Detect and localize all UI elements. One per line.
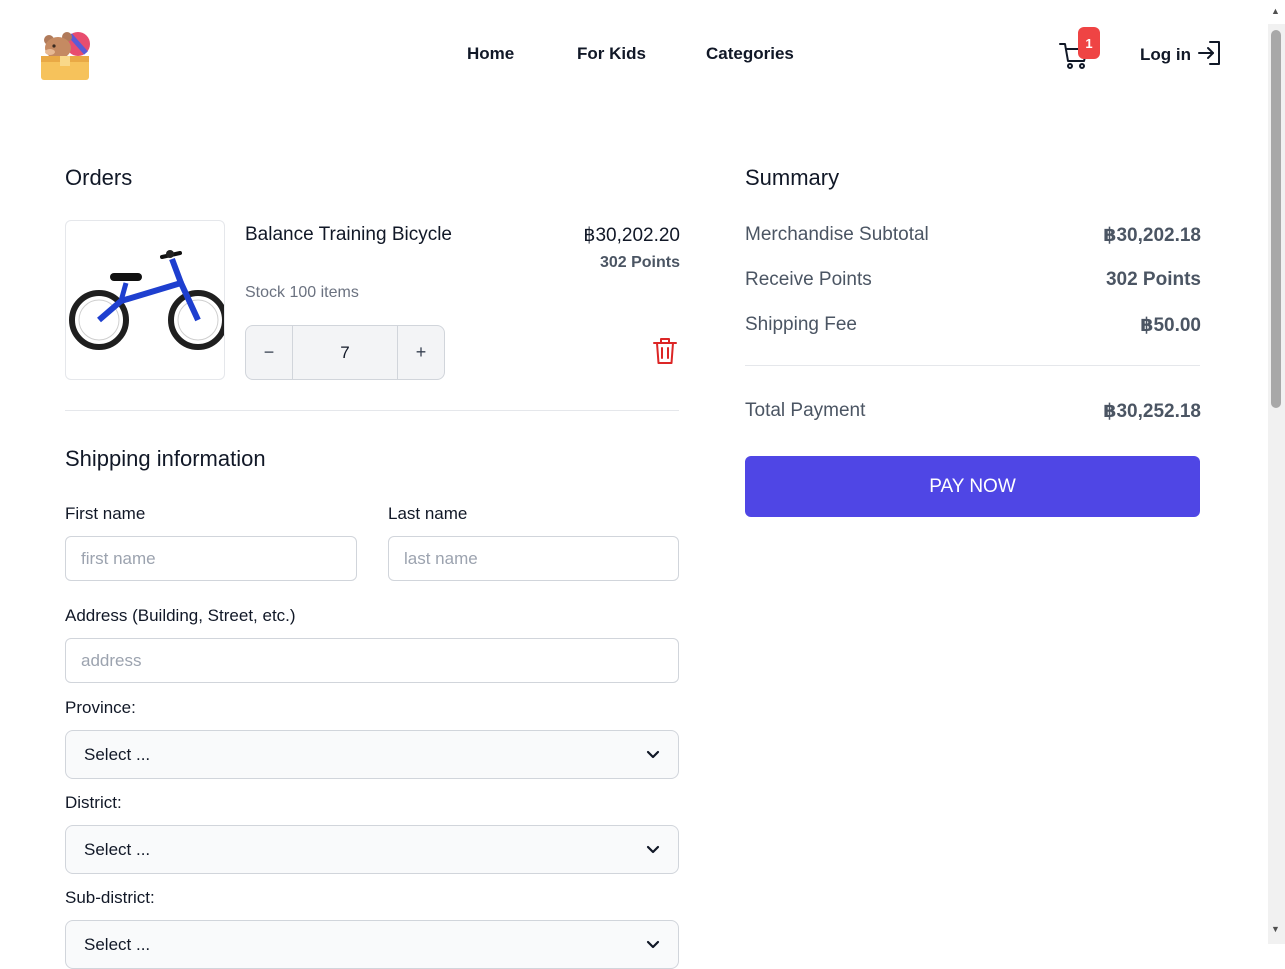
nav-categories-link[interactable]: Categories xyxy=(706,44,794,64)
total-payment-label: Total Payment xyxy=(745,400,866,421)
page-scrollbar[interactable]: ▲ ▼ xyxy=(1268,6,1285,944)
chevron-down-icon xyxy=(646,840,660,860)
product-image[interactable] xyxy=(65,220,225,380)
quantity-value[interactable]: 7 xyxy=(293,326,397,379)
scroll-down-arrow-icon[interactable]: ▼ xyxy=(1271,924,1280,934)
cart-count-badge: 1 xyxy=(1078,27,1100,59)
shipping-fee-label: Shipping Fee xyxy=(745,314,857,335)
summary-divider xyxy=(745,365,1200,366)
chevron-down-icon xyxy=(646,745,660,765)
chevron-down-icon xyxy=(646,935,660,955)
trash-icon[interactable] xyxy=(651,336,679,366)
summary-title: Summary xyxy=(745,165,840,190)
product-stock: Stock 100 items xyxy=(245,284,359,301)
address-input[interactable] xyxy=(65,638,679,683)
orders-title: Orders xyxy=(65,165,133,190)
subdistrict-select-value: Select ... xyxy=(84,934,151,954)
product-points: 302 Points xyxy=(599,254,680,271)
nav-for-kids-link[interactable]: For Kids xyxy=(577,44,646,64)
province-select[interactable]: Select ... xyxy=(65,730,679,779)
nav-home-link[interactable]: Home xyxy=(467,44,514,64)
district-select-value: Select ... xyxy=(84,839,151,859)
receive-points-value: 302 Points xyxy=(1105,269,1201,290)
last-name-label: Last name xyxy=(388,504,468,523)
login-icon xyxy=(1197,39,1223,72)
pay-now-button[interactable]: PAY NOW xyxy=(745,456,1200,517)
login-button[interactable]: Log in xyxy=(1140,40,1223,70)
product-price: ฿30,202.20 xyxy=(583,225,680,246)
receive-points-label: Receive Points xyxy=(745,269,872,290)
teddy-bear-toy-box-logo[interactable] xyxy=(38,28,94,82)
first-name-input[interactable] xyxy=(65,536,357,581)
orders-divider xyxy=(65,410,679,411)
subdistrict-select[interactable]: Select ... xyxy=(65,920,679,969)
total-payment-value: ฿30,252.18 xyxy=(1103,401,1201,422)
increase-quantity-button[interactable]: + xyxy=(397,326,444,379)
top-navbar: Home For Kids Categories 1 Log in xyxy=(0,0,1268,110)
address-label: Address (Building, Street, etc.) xyxy=(65,606,296,625)
scrollbar-thumb[interactable] xyxy=(1271,30,1281,408)
quantity-stepper: − 7 + xyxy=(245,325,445,380)
district-label: District: xyxy=(65,793,122,812)
first-name-label: First name xyxy=(65,504,146,523)
decrease-quantity-button[interactable]: − xyxy=(246,326,293,379)
province-select-value: Select ... xyxy=(84,744,151,764)
scroll-up-arrow-icon[interactable]: ▲ xyxy=(1271,6,1280,16)
subdistrict-label: Sub-district: xyxy=(65,888,155,907)
subtotal-value: ฿30,202.18 xyxy=(1103,225,1201,246)
province-label: Province: xyxy=(65,698,136,717)
product-name[interactable]: Balance Training Bicycle xyxy=(245,224,452,246)
login-label: Log in xyxy=(1140,45,1191,64)
shipping-title: Shipping information xyxy=(65,446,266,471)
district-select[interactable]: Select ... xyxy=(65,825,679,874)
subtotal-label: Merchandise Subtotal xyxy=(745,224,929,245)
last-name-input[interactable] xyxy=(388,536,679,581)
shipping-fee-value: ฿50.00 xyxy=(1140,315,1201,336)
